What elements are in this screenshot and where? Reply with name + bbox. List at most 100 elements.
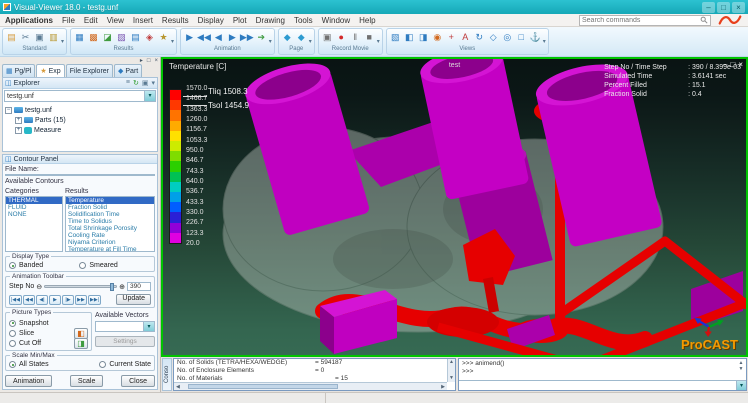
step-slider-thumb[interactable] bbox=[110, 283, 114, 291]
radio-smeared[interactable] bbox=[79, 262, 86, 269]
viewport-minimize-button[interactable]: – bbox=[723, 60, 727, 69]
menu-item[interactable]: File bbox=[62, 16, 75, 25]
menu-item[interactable]: Plot bbox=[233, 16, 247, 25]
rotate-view-icon[interactable]: ↻ bbox=[473, 30, 486, 44]
dock-float-icon[interactable]: □ bbox=[147, 58, 151, 64]
result-item[interactable]: Fraction Solid bbox=[66, 204, 154, 211]
toolbar-overflow-icon[interactable]: ▾ bbox=[309, 38, 312, 45]
step-back-button[interactable]: ◀| bbox=[36, 295, 48, 305]
pause-icon[interactable]: ‖ bbox=[349, 30, 362, 44]
tab-explorer[interactable]: ★ Exp bbox=[36, 64, 64, 77]
sort-icon[interactable]: ≡ bbox=[126, 79, 130, 87]
last-step-button[interactable]: ▶▶| bbox=[88, 295, 101, 305]
step-slider[interactable] bbox=[44, 285, 117, 288]
maximize-button[interactable]: □ bbox=[717, 2, 730, 13]
contour-plot-icon[interactable]: ▩ bbox=[87, 30, 100, 44]
pan-view-icon[interactable]: ◇ bbox=[487, 30, 500, 44]
search-input[interactable] bbox=[582, 17, 700, 24]
category-item[interactable]: THERMAL bbox=[6, 197, 62, 204]
next-frame-icon[interactable]: ▶▶ bbox=[240, 30, 254, 44]
dock-menu-icon[interactable]: ▸ bbox=[140, 57, 143, 64]
slider-plus-icon[interactable]: ⊕ bbox=[119, 283, 125, 291]
scroll-down-icon[interactable]: ▼ bbox=[737, 366, 745, 372]
open-result-icon[interactable]: ▦ bbox=[73, 30, 86, 44]
settings-button[interactable]: Settings bbox=[95, 336, 155, 347]
toolbar-overflow-icon[interactable]: ▾ bbox=[171, 38, 174, 45]
result-item[interactable]: Time to Solidus bbox=[66, 218, 154, 225]
vector-plot-icon[interactable]: ◪ bbox=[101, 30, 114, 44]
close-button[interactable]: × bbox=[732, 2, 745, 13]
menu-item[interactable]: Edit bbox=[84, 16, 98, 25]
viewport-restore-button[interactable]: □ bbox=[730, 60, 735, 69]
step-value-field[interactable]: 390 bbox=[127, 282, 151, 291]
first-step-button[interactable]: |◀◀ bbox=[9, 295, 22, 305]
refresh-icon[interactable]: ↻ bbox=[133, 79, 139, 87]
front-view-icon[interactable]: ◧ bbox=[403, 30, 416, 44]
view-manager-icon[interactable]: ▧ bbox=[389, 30, 402, 44]
report-icon[interactable]: ▤ bbox=[129, 30, 142, 44]
menu-item[interactable]: Window bbox=[322, 16, 350, 25]
radio-cut-off[interactable] bbox=[9, 340, 16, 347]
collapse-icon[interactable]: − bbox=[5, 107, 12, 114]
previous-frame-icon[interactable]: ◀ bbox=[212, 30, 225, 44]
menu-item[interactable]: Display bbox=[198, 16, 224, 25]
radio-snapshot[interactable] bbox=[9, 320, 16, 327]
tree-item-parts[interactable]: + Parts (15) bbox=[5, 115, 155, 125]
result-item[interactable]: Cooling Rate bbox=[66, 232, 154, 239]
scrollbar-thumb[interactable] bbox=[188, 384, 338, 389]
chevron-down-icon[interactable]: ▾ bbox=[736, 381, 746, 390]
probe-icon[interactable]: ◈ bbox=[143, 30, 156, 44]
viewport-close-button[interactable]: × bbox=[738, 60, 743, 69]
radio-slice[interactable] bbox=[9, 330, 16, 337]
result-item[interactable]: Niyama Criterion bbox=[66, 239, 154, 246]
section-cut-icon[interactable]: ▨ bbox=[115, 30, 128, 44]
category-item[interactable]: NONE bbox=[6, 211, 62, 218]
result-item[interactable]: Total Shrinkage Porosity bbox=[66, 225, 154, 232]
tree-item-root[interactable]: − testg.unf bbox=[5, 105, 155, 115]
result-item[interactable]: Temperature at Fill Time bbox=[66, 246, 154, 252]
cut-icon[interactable]: ✂ bbox=[19, 30, 32, 44]
anchor-view-icon[interactable]: ⚓ bbox=[529, 30, 542, 44]
next-page-icon[interactable]: ◆ bbox=[295, 30, 308, 44]
scroll-left-icon[interactable]: ◀ bbox=[176, 384, 180, 390]
shell-input[interactable] bbox=[459, 381, 736, 390]
menu-item[interactable]: Results bbox=[162, 16, 189, 25]
globe-view-icon[interactable]: ◉ bbox=[431, 30, 444, 44]
animation-button[interactable]: Animation bbox=[5, 375, 52, 387]
radio-banded[interactable] bbox=[9, 262, 16, 269]
tab-file-explorer[interactable]: File Explorer bbox=[66, 64, 113, 77]
previous-page-icon[interactable]: ◆ bbox=[281, 30, 294, 44]
toolbar-overflow-icon[interactable]: ▾ bbox=[377, 38, 380, 45]
slider-minus-icon[interactable]: ⊖ bbox=[36, 283, 42, 291]
dock-close-icon[interactable]: × bbox=[154, 58, 158, 64]
menu-item[interactable]: Help bbox=[359, 16, 375, 25]
category-item[interactable]: FLUID bbox=[6, 204, 62, 211]
model-file-combo[interactable]: testg.unf ▾ bbox=[4, 90, 156, 102]
viewport[interactable]: Temperature [C] test – □ × bbox=[161, 57, 748, 357]
copy-icon[interactable]: ▣ bbox=[33, 30, 46, 44]
scale-button[interactable]: Scale bbox=[70, 375, 104, 387]
tab-pg-pl[interactable]: ▦ Pg/Pl bbox=[2, 64, 35, 77]
play-icon[interactable]: ▶ bbox=[226, 30, 239, 44]
axis-triad-icon[interactable]: + bbox=[445, 30, 458, 44]
menu-item[interactable]: Insert bbox=[133, 16, 153, 25]
minimize-button[interactable]: – bbox=[702, 2, 715, 13]
camera-icon[interactable]: ▣ bbox=[321, 30, 334, 44]
vectors-combo[interactable]: ▾ bbox=[95, 321, 155, 332]
result-item[interactable]: Solidification Time bbox=[66, 211, 154, 218]
result-filter-icon[interactable]: ★ bbox=[157, 30, 170, 44]
step-forward-button[interactable]: |▶ bbox=[62, 295, 74, 305]
chevron-down-icon[interactable]: ▾ bbox=[151, 79, 155, 87]
console-vertical-scrollbar[interactable]: ▲ ▼ bbox=[447, 359, 455, 382]
python-shell[interactable]: >>> animend() >>> ▲ ▼ ▾ bbox=[458, 358, 747, 391]
cutoff-tool-button[interactable]: ◨ bbox=[74, 338, 88, 349]
fit-view-icon[interactable]: □ bbox=[515, 30, 528, 44]
fast-backward-button[interactable]: ◀◀ bbox=[23, 295, 35, 305]
menu-item[interactable]: Drawing bbox=[256, 16, 285, 25]
fast-forward-button[interactable]: ▶▶ bbox=[75, 295, 87, 305]
paste-icon[interactable]: ▥ bbox=[47, 30, 60, 44]
toolbar-overflow-icon[interactable]: ▾ bbox=[543, 38, 546, 45]
top-view-icon[interactable]: ◨ bbox=[417, 30, 430, 44]
expand-icon[interactable]: + bbox=[15, 117, 22, 124]
message-console[interactable]: No. of Solids (TETRA/HEXA/WEDGE) = 59418… bbox=[173, 358, 456, 391]
